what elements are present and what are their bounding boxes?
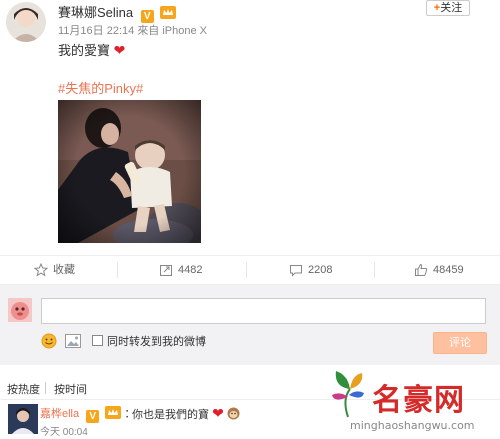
- star-icon: [34, 263, 48, 277]
- action-divider: [374, 262, 375, 278]
- weibo-post: 賽琳娜Selina V 11月16日 22:14 來自 iPhone X +关注…: [0, 0, 500, 252]
- post-photo[interactable]: [58, 100, 201, 243]
- follow-label: 关注: [440, 2, 463, 14]
- emoji-icon[interactable]: [41, 333, 57, 349]
- image-icon[interactable]: [65, 334, 81, 348]
- site-watermark: 名豪网 minghaoshangwu.com: [320, 365, 500, 439]
- action-divider: [246, 262, 247, 278]
- favorite-label: 收藏: [53, 264, 75, 276]
- comment-input[interactable]: [41, 298, 486, 324]
- comment-text: 你也是我們的寶 ❤: [132, 405, 240, 422]
- commenter-name: 嘉桦ella V ：: [40, 405, 135, 423]
- follow-button[interactable]: +关注: [426, 0, 470, 16]
- heart-emoji-icon: ❤: [113, 42, 126, 58]
- repost-button[interactable]: 4482: [159, 256, 202, 284]
- watermark-title: 名豪网: [372, 383, 465, 418]
- post-action-bar: 收藏 4482 2208 48459: [0, 255, 500, 285]
- repost-checkbox[interactable]: [92, 335, 103, 346]
- action-divider: [117, 262, 118, 278]
- comment-count: 2208: [308, 264, 333, 276]
- sort-by-heat-tab[interactable]: 按热度: [7, 381, 40, 397]
- repost-count: 4482: [178, 264, 203, 276]
- submit-comment-button[interactable]: 评论: [433, 332, 487, 354]
- comment-icon: [290, 265, 302, 277]
- sort-by-time-tab[interactable]: 按时间: [54, 381, 87, 397]
- heart-emoji-icon: ❤: [212, 405, 224, 421]
- like-button[interactable]: 48459: [414, 256, 464, 284]
- favorite-button[interactable]: 收藏: [34, 256, 75, 284]
- thumbs-up-icon: [415, 263, 428, 276]
- sort-divider: [45, 382, 46, 394]
- comment-composer: 同时转发到我的微博 评论: [0, 285, 500, 365]
- leaf-logo-icon: [332, 371, 364, 418]
- comment-button[interactable]: 2208: [289, 256, 332, 284]
- repost-icon: [160, 265, 172, 276]
- like-count: 48459: [433, 264, 464, 276]
- vip-crown-icon: [105, 406, 122, 419]
- repost-checkbox-label[interactable]: 同时转发到我的微博: [107, 333, 206, 349]
- watermark-url: minghaoshangwu.com: [350, 419, 475, 432]
- commenter-avatar[interactable]: [8, 404, 38, 434]
- author-name-text[interactable]: 賽琳娜Selina: [58, 5, 133, 20]
- vip-crown-icon: [160, 6, 177, 19]
- author-name[interactable]: 賽琳娜Selina V: [58, 2, 177, 23]
- post-meta: 11月16日 22:14 來自 iPhone X: [58, 22, 207, 38]
- hashtag-link[interactable]: #失焦的Pinky#: [58, 78, 143, 97]
- my-avatar: [8, 298, 32, 322]
- monkey-emoji-icon: [227, 407, 240, 420]
- post-text: 我的愛寶 ❤: [58, 40, 125, 59]
- comment-time: 今天 00:04: [40, 427, 88, 438]
- post-source: 來自 iPhone X: [137, 25, 208, 37]
- commenter-name-text[interactable]: 嘉桦ella: [40, 408, 79, 420]
- post-timestamp[interactable]: 11月16日 22:14: [58, 25, 134, 37]
- comment-text-content: 你也是我們的寶: [132, 409, 209, 421]
- author-avatar[interactable]: [6, 2, 46, 42]
- verified-badge-icon: V: [86, 410, 100, 423]
- post-text-content: 我的愛寶: [58, 43, 111, 58]
